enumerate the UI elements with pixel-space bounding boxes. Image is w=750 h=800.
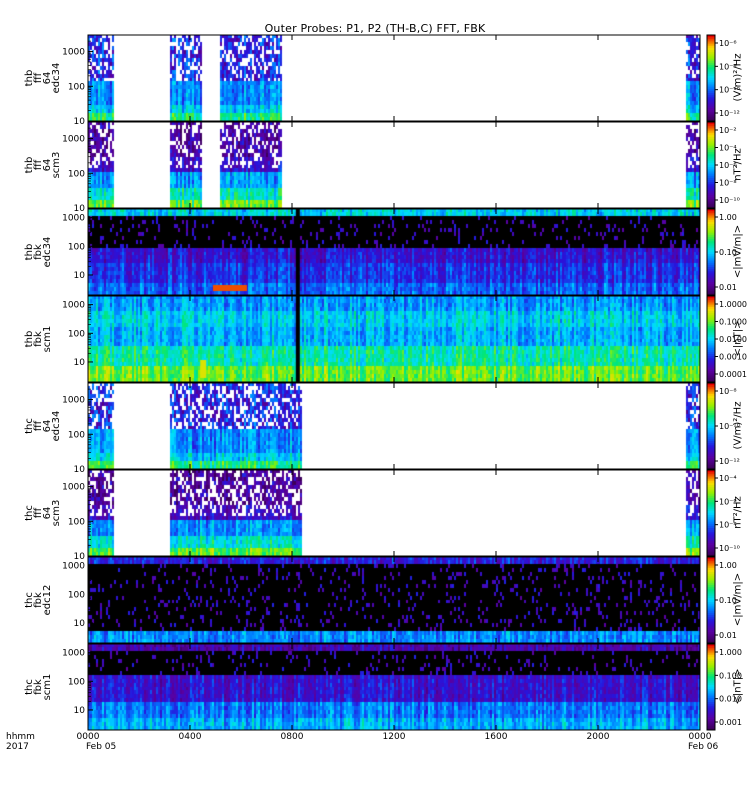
x-tick-label: 1200: [382, 732, 406, 742]
panel-frame: [87, 556, 701, 644]
x-tick-label: 2000: [586, 732, 610, 742]
panel-frame: [87, 382, 701, 470]
y-tick-label: 1000: [62, 483, 85, 493]
panel-frame: [87, 34, 701, 122]
y-tick-label: 100: [68, 82, 85, 92]
colorbar-label: <|nT|>: [732, 668, 744, 705]
colorbar-label: (V/m)²/Hz: [732, 401, 744, 450]
panel-frame: [87, 643, 701, 731]
colorbar: [706, 556, 716, 644]
x-axis-label: hhmm: [6, 732, 35, 742]
x-date-label: Feb 06: [688, 742, 719, 752]
y-tick-label: 100: [68, 329, 85, 339]
panel-ylabel-line: edc34: [51, 410, 62, 442]
y-tick-label: 10: [74, 271, 86, 281]
y-tick-label: 100: [68, 169, 85, 179]
y-tick-label: 1000: [62, 396, 85, 406]
panel-frame: [87, 295, 701, 383]
panel-ylabel-line: scm1: [42, 325, 53, 353]
x-tick-label: 0400: [178, 732, 202, 742]
y-tick-label: 1000: [62, 214, 85, 224]
panel-ylabel-line: edc34: [42, 236, 53, 268]
y-tick-label: 1000: [62, 562, 85, 572]
panel-ylabel-line: edc34: [51, 62, 62, 94]
y-tick-label: 10: [74, 117, 86, 127]
y-tick-label: 1000: [62, 48, 85, 58]
y-tick-label: 100: [68, 590, 85, 600]
colorbar-label: nT²/Hz: [732, 496, 744, 529]
x-tick-label: 1600: [484, 732, 508, 742]
colorbar-label: (V/m)²/Hz: [732, 53, 744, 102]
panel-frame: [87, 208, 701, 296]
y-tick-label: 100: [68, 430, 85, 440]
panel-frame: [87, 121, 701, 209]
colorbar: [706, 382, 716, 470]
colorbar-label: <|mV/m|>: [732, 572, 744, 627]
x-tick-label: 0000: [688, 732, 712, 742]
panel-ylabel-line: edc12: [42, 584, 53, 616]
y-tick-label: 10: [74, 204, 86, 214]
colorbar: [706, 469, 716, 557]
y-tick-label: 10: [74, 706, 86, 716]
y-tick-label: 1000: [62, 649, 85, 659]
y-tick-label: 1000: [62, 135, 85, 145]
y-tick-label: 100: [68, 242, 85, 252]
colorbar-label: <|nT|>: [732, 320, 744, 357]
colorbar: [706, 208, 716, 296]
panel-ylabel-line: scm3: [51, 151, 62, 179]
colorbar: [706, 34, 716, 122]
colorbar-label: <|mV/m|>: [732, 224, 744, 279]
y-tick-label: 10: [74, 465, 86, 475]
y-tick-label: 10: [74, 552, 86, 562]
y-tick-label: 1000: [62, 301, 85, 311]
spectrogram-chart: 10100100010⁻⁶10⁻⁸10⁻¹⁰10⁻¹²10100100010⁻²…: [62, 34, 747, 731]
y-tick-label: 100: [68, 677, 85, 687]
y-tick-label: 100: [68, 517, 85, 527]
colorbar: [706, 643, 716, 731]
x-date-label: Feb 05: [86, 742, 117, 752]
y-tick-label: 10: [74, 358, 86, 368]
panel-ylabel-line: scm3: [51, 499, 62, 527]
x-tick-label: 0000: [76, 732, 100, 742]
x-axis-year: 2017: [6, 742, 29, 752]
colorbar: [706, 295, 716, 383]
panel-ylabel-line: scm1: [42, 673, 53, 701]
colorbar-label: nT²/Hz: [732, 148, 744, 181]
panel-frame: [87, 469, 701, 557]
colorbar: [706, 121, 716, 209]
y-tick-label: 10: [74, 619, 86, 629]
x-tick-label: 0800: [280, 732, 304, 742]
